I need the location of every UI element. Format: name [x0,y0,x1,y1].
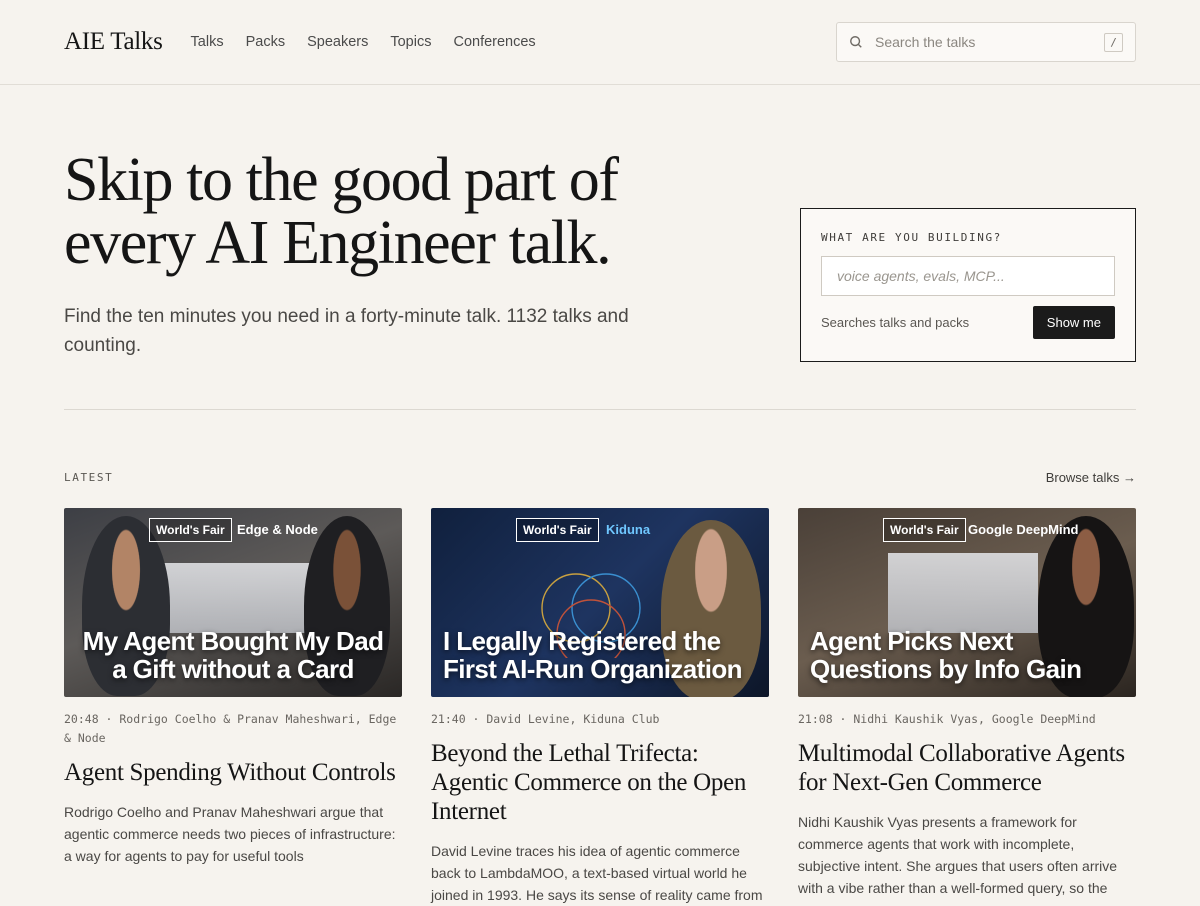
search-icon [850,36,862,48]
builder-hint: Searches talks and packs [821,315,970,330]
thumbnail-caption: Agent Picks Next Questions by Info Gain [810,626,1082,684]
nav-topics[interactable]: Topics [390,34,431,50]
nav-speakers[interactable]: Speakers [307,34,368,50]
search-box[interactable]: Search the talks / [836,22,1136,62]
search-placeholder: Search the talks [875,34,976,50]
hero: Skip to the good part of every AI Engine… [64,85,1136,410]
browse-talks-link[interactable]: Browse talks → [1046,470,1136,485]
hero-subhead: Find the ten minutes you need in a forty… [64,306,629,356]
partner-label: Edge & Node [237,522,318,537]
latest-header: LATEST Browse talks → [64,468,1136,486]
talk-thumbnail[interactable]: World's Fair Edge & Node My Agent Bought… [64,508,402,697]
latest-cards: World's Fair Edge & Node My Agent Bought… [64,508,1136,906]
talk-thumbnail[interactable]: World's Fair Google DeepMind Agent Picks… [798,508,1136,697]
builder-panel: WHAT ARE YOU BUILDING? Searches talks an… [800,208,1136,362]
talk-description: Nidhi Kaushik Vyas presents a framework … [798,814,1118,896]
builder-label: WHAT ARE YOU BUILDING? [821,231,1002,244]
talk-card[interactable]: World's Fair Kiduna I Legally Registered… [431,508,769,906]
builder-field[interactable] [821,256,1115,296]
builder-input[interactable] [835,267,1101,285]
talk-description: Rodrigo Coelho and Pranav Maheshwari arg… [64,804,396,864]
show-me-button[interactable]: Show me [1032,306,1115,339]
talk-meta: 21:08 · Nidhi Kaushik Vyas, Google DeepM… [798,712,1096,726]
thumbnail-caption: My Agent Bought My Dad a Gift without a … [82,626,384,684]
hero-headline: Skip to the good part of every AI Engine… [64,146,619,277]
partner-label: Kiduna [606,522,651,537]
worlds-fair-badge: World's Fair [149,518,232,542]
talk-meta: 20:48 · Rodrigo Coelho & Pranav Maheshwa… [64,712,397,745]
partner-label: Google DeepMind [968,522,1079,537]
talk-thumbnail[interactable]: World's Fair Kiduna I Legally Registered… [431,508,769,697]
worlds-fair-badge: World's Fair [883,518,966,542]
talk-meta: 21:40 · David Levine, Kiduna Club [431,712,660,726]
talk-title[interactable]: Agent Spending Without Controls [64,758,402,787]
site-logo[interactable]: AIE Talks [64,28,163,56]
thumbnail-caption: I Legally Registered the First AI-Run Or… [443,626,743,684]
worlds-fair-badge: World's Fair [516,518,599,542]
talk-title[interactable]: Beyond the Lethal Trifecta: Agentic Comm… [431,739,769,826]
top-bar: AIE Talks Talks Packs Speakers Topics Co… [0,0,1200,85]
talk-card[interactable]: World's Fair Google DeepMind Agent Picks… [798,508,1136,906]
talk-card[interactable]: World's Fair Edge & Node My Agent Bought… [64,508,402,906]
nav-packs[interactable]: Packs [246,34,286,50]
latest-label: LATEST [64,470,114,484]
talk-title[interactable]: Multimodal Collaborative Agents for Next… [798,739,1136,797]
main-nav: Talks Packs Speakers Topics Conferences [191,34,536,50]
search-shortcut-key: / [1104,32,1123,52]
nav-talks[interactable]: Talks [191,34,224,50]
nav-conferences[interactable]: Conferences [453,34,535,50]
talk-description: David Levine traces his idea of agentic … [431,843,763,903]
